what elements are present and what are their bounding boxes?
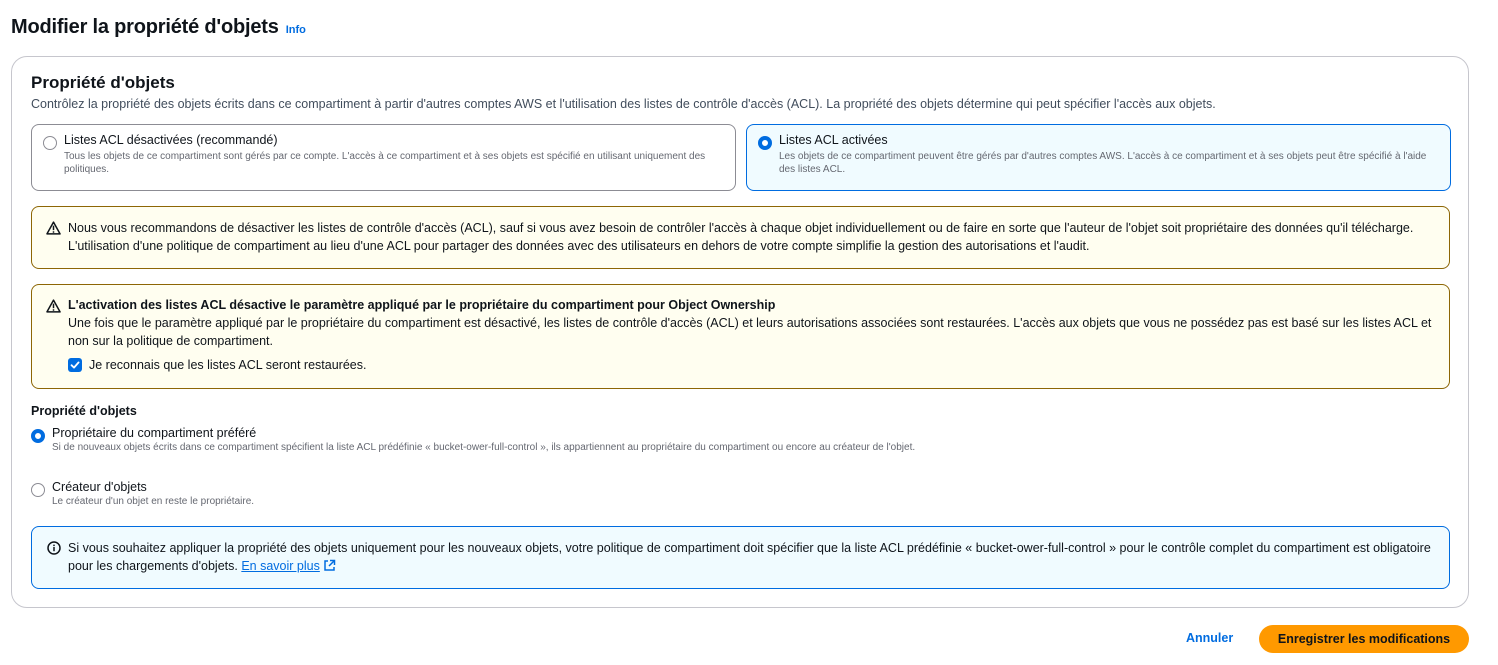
option-object-writer[interactable]: Créateur d'objets Le créateur d'un objet… bbox=[31, 480, 982, 509]
page-title: Modifier la propriété d'objets bbox=[11, 16, 279, 38]
acl-disabled-tile[interactable]: Listes ACL désactivées (recommandé) Tous… bbox=[31, 124, 736, 191]
bucket-owner-preferred-label: Propriétaire du compartiment préféré bbox=[52, 426, 257, 440]
object-writer-label: Créateur d'objets bbox=[52, 480, 147, 494]
object-writer-radio[interactable] bbox=[31, 483, 45, 497]
external-link-icon[interactable] bbox=[323, 559, 336, 577]
activation-warning-text: L'activation des listes ACL désactive le… bbox=[68, 296, 1437, 350]
learn-more-link[interactable]: En savoir plus bbox=[241, 559, 320, 573]
acl-recommendation-warning: Nous vous recommandons de désactiver les… bbox=[31, 206, 1450, 269]
acl-enabled-radio[interactable] bbox=[758, 136, 772, 150]
recommendation-text: Nous vous recommandons de désactiver les… bbox=[68, 221, 1414, 253]
activation-warning-heading: L'activation des listes ACL désactive le… bbox=[68, 298, 776, 312]
info-alert-text: Si vous souhaitez appliquer la propriété… bbox=[68, 539, 1437, 577]
acl-enabled-label: Listes ACL activées bbox=[779, 133, 888, 147]
info-alert: Si vous souhaitez appliquer la propriété… bbox=[31, 526, 1450, 589]
page-header: Modifier la propriété d'objets Info bbox=[11, 16, 306, 39]
object-writer-description: Le créateur d'un objet en reste le propr… bbox=[52, 496, 255, 507]
acl-disabled-label: Listes ACL désactivées (recommandé) bbox=[64, 133, 278, 147]
option-bucket-owner-preferred[interactable]: Propriétaire du compartiment préféré Si … bbox=[31, 426, 982, 455]
acknowledge-checkbox[interactable] bbox=[68, 358, 82, 372]
ownership-title: Propriété d'objets bbox=[31, 404, 137, 418]
acl-enabled-tile[interactable]: Listes ACL activées Les objets de ce com… bbox=[746, 124, 1451, 191]
acl-activation-warning: L'activation des listes ACL désactive le… bbox=[31, 284, 1450, 389]
bucket-owner-preferred-description: Si de nouveaux objets écrits dans ce com… bbox=[52, 442, 916, 453]
bucket-owner-preferred-radio[interactable] bbox=[31, 429, 45, 443]
object-ownership-panel: Propriété d'objets Contrôlez la propriét… bbox=[11, 56, 1469, 608]
info-icon bbox=[47, 541, 61, 558]
acl-enabled-description: Les objets de ce compartiment peuvent êt… bbox=[779, 151, 1427, 175]
acl-disabled-radio[interactable] bbox=[43, 136, 57, 150]
warning-icon bbox=[46, 299, 61, 316]
warning-icon bbox=[46, 221, 61, 238]
acl-disabled-description: Tous les objets de ce compartiment sont … bbox=[64, 151, 706, 175]
activation-warning-body: Une fois que le paramètre appliqué par l… bbox=[68, 316, 1432, 348]
info-link[interactable]: Info bbox=[286, 24, 306, 36]
section-title: Propriété d'objets bbox=[31, 73, 175, 92]
cancel-button[interactable]: Annuler bbox=[1186, 631, 1233, 645]
checkmark-icon bbox=[70, 361, 80, 369]
acknowledge-label: Je reconnais que les listes ACL seront r… bbox=[89, 358, 367, 372]
acknowledge-row[interactable]: Je reconnais que les listes ACL seront r… bbox=[68, 358, 366, 372]
save-changes-button[interactable]: Enregistrer les modifications bbox=[1259, 625, 1469, 653]
section-description: Contrôlez la propriété des objets écrits… bbox=[31, 97, 1216, 111]
